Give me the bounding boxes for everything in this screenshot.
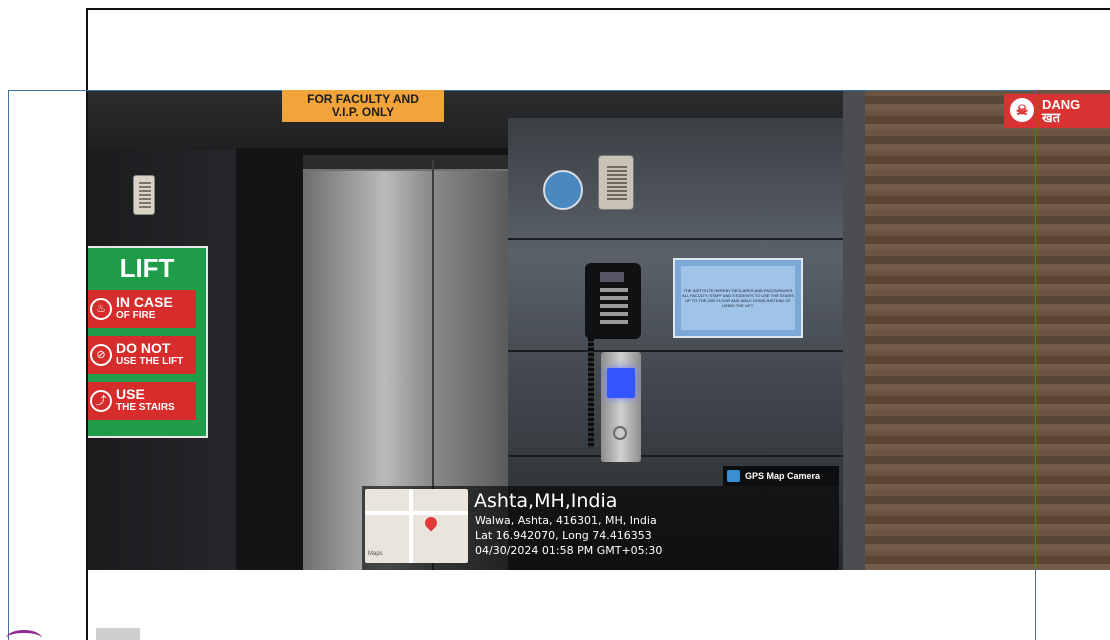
vip-sign-line: V.I.P. ONLY (331, 105, 395, 119)
map-road (365, 511, 468, 515)
gps-camera-label: GPS Map Camera (745, 471, 821, 481)
map-pin-icon (422, 514, 440, 532)
map-credit: Maps (368, 551, 383, 557)
gps-camera-tag: GPS Map Camera (723, 466, 839, 486)
map-road (409, 489, 413, 563)
vip-only-sign: FOR FACULTY AND V.I.P. ONLY (282, 90, 444, 122)
danger-sign-line: खत (1042, 110, 1061, 125)
gps-datetime: 04/30/2024 01:58 PM GMT+05:30 (475, 544, 663, 557)
gps-location-title: Ashta,MH,India (474, 490, 618, 512)
gps-camera-icon (727, 470, 740, 482)
corner-mark (0, 624, 140, 640)
gps-address: Walwa, Ashta, 416301, MH, India (475, 514, 657, 527)
map-thumbnail: Maps (365, 489, 468, 563)
gps-coordinates: Lat 16.942070, Long 74.416353 (475, 529, 652, 542)
